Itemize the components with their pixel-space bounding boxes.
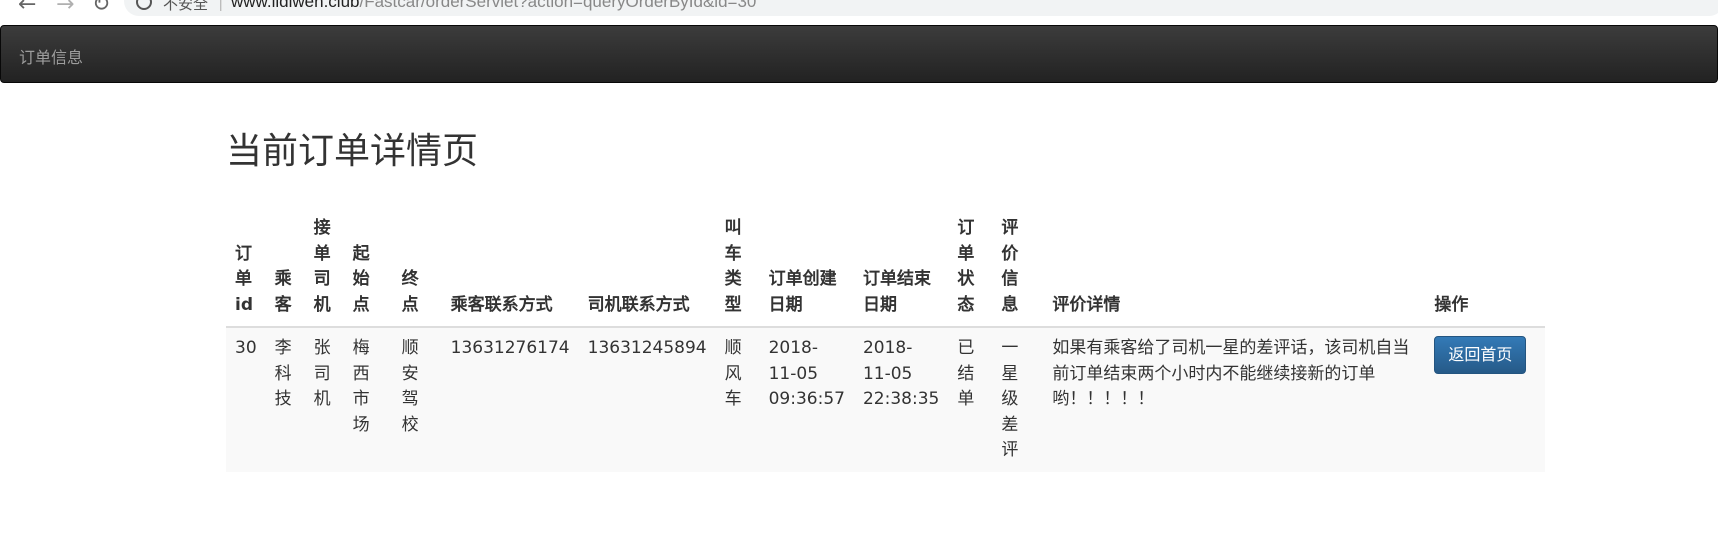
header-passenger-phone: 乘客联系方式: [441, 208, 579, 328]
cell-finished-date: 2018-11-05 22:38:35: [853, 327, 949, 472]
cell-driver: 张司机: [304, 327, 344, 472]
header-order-id: 订单id: [226, 208, 266, 328]
cell-order-id: 30: [226, 327, 266, 472]
header-evaluation: 评价信息: [992, 208, 1044, 328]
url-host: www.lidiwen.club: [231, 0, 360, 11]
page-title: 当前订单详情页: [226, 131, 479, 172]
header-driver: 接单司机: [304, 208, 344, 328]
header-start: 起始点: [343, 208, 393, 328]
header-status: 订单状态: [948, 208, 993, 328]
cell-passenger-phone: 13631276174: [441, 327, 579, 472]
cell-evaluation: 一星级差评: [992, 327, 1044, 472]
header-created-date: 订单创建日期: [759, 208, 854, 328]
cell-created-date: 2018-11-05 09:36:57: [759, 327, 854, 472]
header-driver-phone: 司机联系方式: [578, 208, 716, 328]
header-operation: 操作: [1425, 208, 1546, 328]
header-evaluation-detail: 评价详情: [1043, 208, 1426, 328]
address-separator: |: [218, 0, 224, 11]
reload-icon[interactable]: ↻: [92, 0, 110, 16]
cell-car-type: 顺风车: [715, 327, 760, 472]
back-to-home-button[interactable]: 返回首页: [1434, 336, 1527, 374]
url-text[interactable]: www.lidiwen.club/Fastcar/orderServlet?ac…: [231, 0, 756, 12]
navbar: 订单信息: [0, 25, 1718, 83]
url-path: /Fastcar/orderServlet?action=queryOrderB…: [359, 0, 757, 11]
cell-status: 已结单: [948, 327, 993, 472]
cell-start: 梅西市场: [343, 327, 393, 472]
cell-passenger: 李科技: [265, 327, 305, 472]
forward-arrow-icon[interactable]: →: [56, 0, 74, 16]
header-finished-date: 订单结束日期: [853, 208, 949, 328]
table-row: 30 李科技 张司机 梅西市场 顺安驾校 13631276174 1363124…: [226, 327, 1546, 472]
header-passenger: 乘客: [265, 208, 305, 328]
cell-driver-phone: 13631245894: [578, 327, 716, 472]
security-label: 不安全: [163, 0, 209, 13]
browser-toolbar: ← → ↻ 不安全 | www.lidiwen.club/Fastcar/ord…: [0, 0, 1718, 16]
back-arrow-icon[interactable]: ←: [18, 0, 36, 16]
cell-evaluation-detail: 如果有乘客给了司机一星的差评话，该司机自当前订单结束两个小时内不能继续接新的订单…: [1043, 327, 1426, 472]
cell-operation: 返回首页: [1425, 327, 1546, 472]
table-header-row: 订单id 乘客 接单司机 起始点 终点 乘客联系方式 司机联系方式 叫车类型 订…: [226, 208, 1546, 328]
cell-end: 顺安驾校: [392, 327, 442, 472]
navbar-brand[interactable]: 订单信息: [19, 44, 83, 68]
order-detail-table: 订单id 乘客 接单司机 起始点 终点 乘客联系方式 司机联系方式 叫车类型 订…: [226, 208, 1546, 472]
header-end: 终点: [392, 208, 442, 328]
header-car-type: 叫车类型: [715, 208, 760, 328]
